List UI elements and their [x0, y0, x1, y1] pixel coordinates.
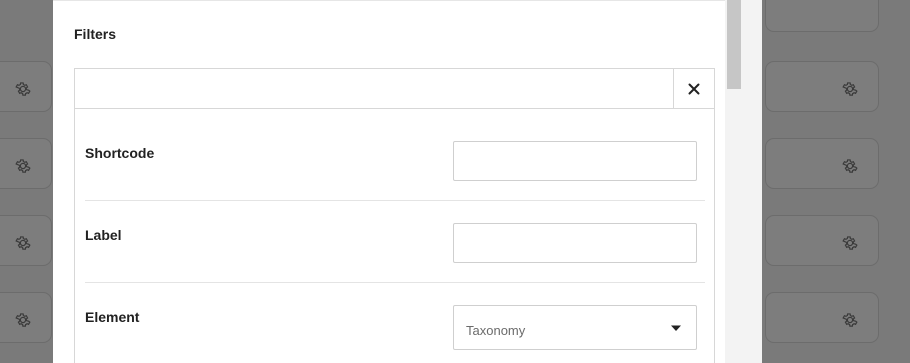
section-title: Filters: [74, 26, 117, 42]
background-row: [765, 61, 879, 112]
background-row: [765, 0, 879, 32]
background-row: [765, 215, 879, 266]
filters-modal: Filters Shortcode Label Element Taxonomy: [53, 0, 762, 363]
scrollbar-thumb[interactable]: [727, 0, 741, 89]
element-select-value: Taxonomy: [466, 323, 526, 338]
element-select[interactable]: Taxonomy: [453, 305, 697, 350]
gear-icon: [841, 234, 859, 252]
background-row: [765, 138, 879, 189]
divider: [85, 200, 705, 201]
divider: [53, 0, 725, 1]
divider: [85, 282, 705, 283]
gear-icon: [14, 311, 32, 329]
filter-panel: Shortcode Label Element Taxonomy: [74, 68, 715, 363]
background-row: [765, 292, 879, 343]
filter-header: [75, 69, 714, 109]
element-label: Element: [85, 309, 140, 325]
gear-icon: [841, 157, 859, 175]
label-input[interactable]: [453, 223, 697, 263]
shortcode-label: Shortcode: [85, 145, 155, 161]
gear-icon: [841, 311, 859, 329]
chevron-down-icon: [670, 324, 682, 332]
gear-icon: [14, 234, 32, 252]
gear-icon: [14, 80, 32, 98]
filter-name-input[interactable]: [75, 69, 673, 109]
label-label: Label: [85, 227, 122, 243]
gear-icon: [841, 80, 859, 98]
gear-icon: [14, 157, 32, 175]
close-icon: [688, 83, 700, 95]
close-filter-button[interactable]: [673, 69, 714, 109]
shortcode-input[interactable]: [453, 141, 697, 181]
